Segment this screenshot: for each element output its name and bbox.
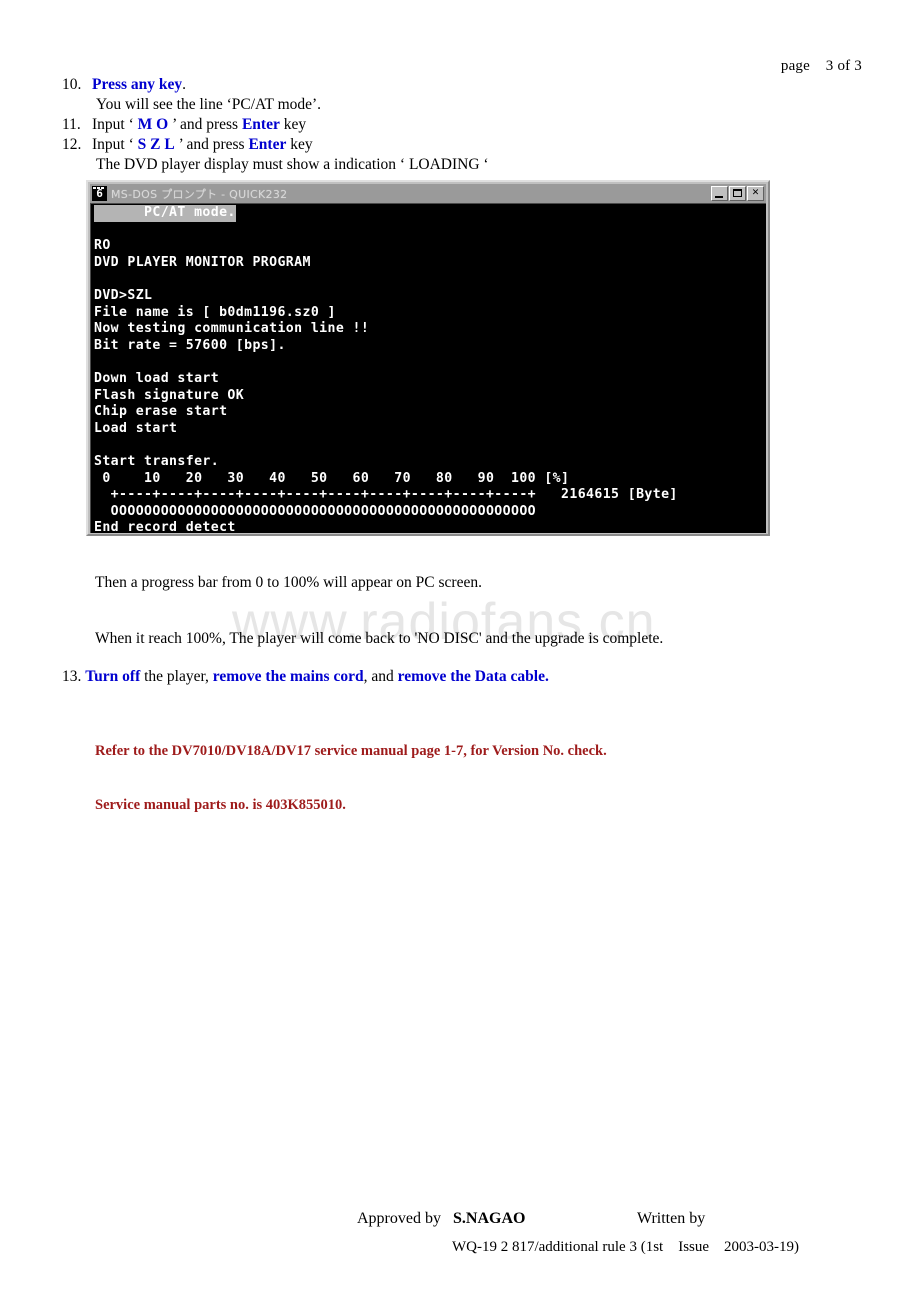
step-1-seg-0: Input ‘ <box>92 116 138 133</box>
approved-by-label: Approved by <box>357 1210 441 1227</box>
maximize-button[interactable] <box>729 186 746 201</box>
console-line: DVD>SZL <box>94 287 153 303</box>
console-line: DVD PLAYER MONITOR PROGRAM <box>94 254 311 270</box>
window-titlebar[interactable]: 6 MS-DOS プ゚ロンプ゚ト - QUICK232 ✕ <box>90 184 766 203</box>
step-1-seg-3: Enter <box>241 116 280 133</box>
step-2-seg-2: ’ and press <box>174 136 249 153</box>
step-1-seg-4: key <box>279 116 307 133</box>
step-2-seg-4: key <box>286 136 313 153</box>
console-line: Now testing communication line !! <box>94 321 370 337</box>
progress-tick-row: +----+----+----+----+----+----+----+----… <box>94 487 766 504</box>
step-number: 11. <box>62 116 81 133</box>
step-subtext: The DVD player display must show a indic… <box>96 156 489 173</box>
transfer-byte-count: 2164615 [Byte] <box>536 487 678 503</box>
page-number-header: page 3 of 3 <box>780 58 862 74</box>
step-2-seg-1: S Z L <box>137 136 175 153</box>
written-by: Written by <box>637 1210 706 1227</box>
completion-note: When it reach 100%, The player will come… <box>95 630 664 647</box>
console-line: Down load start <box>94 370 220 386</box>
ms-dos-prompt-window[interactable]: 6 MS-DOS プ゚ロンプ゚ト - QUICK232 ✕ PC/AT mode… <box>86 180 770 536</box>
minimize-button[interactable] <box>711 186 728 201</box>
ms-dos-prompt-icon: 6 <box>92 186 107 201</box>
step-13-number: 13. <box>62 668 86 685</box>
step-number: 10. <box>62 76 82 93</box>
step-1-seg-1: M O <box>137 116 169 133</box>
console-highlighted-line: PC/AT mode. <box>94 205 236 222</box>
step13-seg-4: remove the Data cable. <box>397 668 549 685</box>
console-output[interactable]: PC/AT mode. RO DVD PLAYER MONITOR PROGRAM… <box>90 203 766 533</box>
console-line: Start transfer. <box>94 453 220 469</box>
step13-seg-0: Turn off <box>85 668 141 685</box>
step-11: 11. Input ‘ M O ’ and press Enter key <box>62 115 862 135</box>
console-line: Flash signature OK <box>94 387 245 403</box>
approved-by: Approved by S.NAGAO <box>357 1210 525 1228</box>
progress-tick-line: +----+----+----+----+----+----+----+----… <box>94 487 536 503</box>
service-manual-note-line-1: Refer to the DV7010/DV18A/DV17 service m… <box>95 743 607 759</box>
approved-by-name: S.NAGAO <box>452 1210 526 1227</box>
step-text: Input ‘ S Z L ’ and press Enter key <box>92 135 862 155</box>
step-13: 13. Turn off the player, remove the main… <box>62 668 549 686</box>
console-line: Load start <box>94 420 178 436</box>
progress-bar-note: Then a progress bar from 0 to 100% will … <box>95 574 482 591</box>
console-line: RO <box>94 238 111 254</box>
step-number: 12. <box>62 136 82 153</box>
step-1-seg-2: ’ and press <box>168 116 242 133</box>
step-0-seg-0: Press any key <box>92 76 183 93</box>
console-line: PC/AT mode. <box>94 205 766 222</box>
console-line: Chip erase start <box>94 404 228 420</box>
step13-seg-2: remove the mains cord <box>212 668 364 685</box>
progress-bar-fill: OOOOOOOOOOOOOOOOOOOOOOOOOOOOOOOOOOOOOOOO… <box>94 503 536 519</box>
console-line: Bit rate = 57600 [bps]. <box>94 337 286 353</box>
progress-scale-line: 0 10 20 30 40 50 60 70 80 90 100 [%] <box>94 470 570 486</box>
service-manual-note: Refer to the DV7010/DV18A/DV17 service m… <box>95 706 607 832</box>
close-button[interactable]: ✕ <box>747 186 764 201</box>
step-text: Input ‘ M O ’ and press Enter key <box>92 115 862 135</box>
step-subtext: You will see the line ‘PC/AT mode’. <box>96 96 322 113</box>
step13-seg-3: , and <box>363 668 398 685</box>
console-line: File name is [ b0dm1196.sz0 ] <box>94 304 336 320</box>
service-manual-note-line-2: Service manual parts no. is 403K855010. <box>95 797 346 813</box>
step-text: Press any key. <box>92 75 862 95</box>
step-10: 10. Press any key. <box>62 75 862 95</box>
step13-seg-1: the player, <box>140 668 213 685</box>
document-reference: WQ-19 2 817/additional rule 3 (1st Issue… <box>452 1239 800 1255</box>
window-title-text: MS-DOS プ゚ロンプ゚ト - QUICK232 <box>111 187 288 201</box>
step-0-seg-1: . <box>182 76 187 93</box>
console-line: End record detect <box>94 520 236 533</box>
instruction-steps: 10. Press any key. You will see the line ‘… <box>62 75 862 175</box>
step-2-seg-0: Input ‘ <box>92 136 138 153</box>
step-12: 12. Input ‘ S Z L ’ and press Enter key <box>62 135 862 155</box>
window-controls[interactable]: ✕ <box>711 186 764 201</box>
step-2-seg-3: Enter <box>248 136 287 153</box>
